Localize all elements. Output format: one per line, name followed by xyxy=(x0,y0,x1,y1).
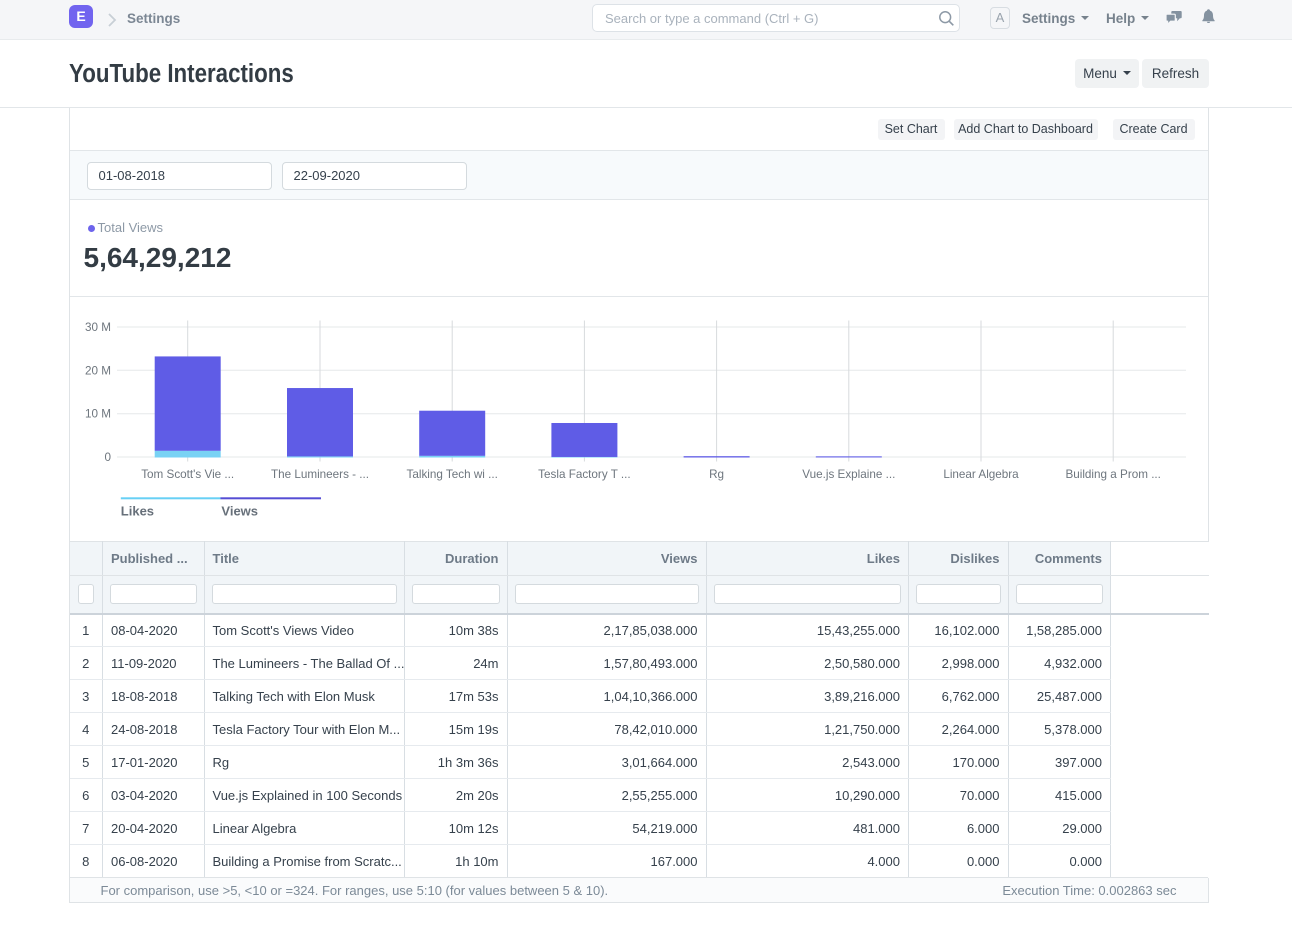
svg-text:Building a Prom ...: Building a Prom ... xyxy=(1065,468,1161,481)
svg-text:Vue.js Explaine ...: Vue.js Explaine ... xyxy=(802,468,895,481)
svg-text:10 M: 10 M xyxy=(85,407,111,420)
svg-text:Tom Scott's Vie ...: Tom Scott's Vie ... xyxy=(141,468,234,481)
svg-text:Rg: Rg xyxy=(709,468,724,481)
svg-text:Views: Views xyxy=(221,503,258,518)
svg-text:The Lumineers - ...: The Lumineers - ... xyxy=(270,468,368,481)
svg-text:30 M: 30 M xyxy=(85,321,111,334)
svg-text:Linear Algebra: Linear Algebra xyxy=(943,468,1019,481)
svg-text:Talking Tech wi ...: Talking Tech wi ... xyxy=(406,468,497,481)
svg-text:20 M: 20 M xyxy=(85,364,111,377)
svg-text:0: 0 xyxy=(104,451,111,464)
svg-text:Tesla Factory T ...: Tesla Factory T ... xyxy=(538,468,630,481)
svg-text:Likes: Likes xyxy=(120,503,153,518)
